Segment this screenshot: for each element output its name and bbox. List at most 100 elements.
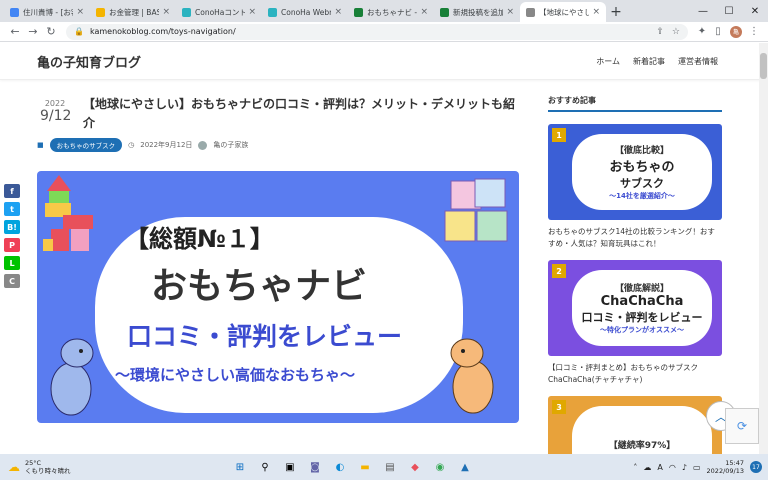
category-badge[interactable]: おもちゃのサブスク [49, 138, 123, 152]
notification-badge[interactable]: 17 [750, 461, 762, 473]
post-monthday: 9/12 [40, 108, 72, 124]
card-title[interactable]: 【口コミ・評判まとめ】おもちゃのサブスク ChaChaCha(チャチャチャ) [548, 362, 722, 386]
edge-icon[interactable]: ◐ [330, 457, 350, 477]
browser-tab[interactable]: 【地球にやさしい】× [520, 2, 606, 22]
explorer-icon[interactable]: ▬ [355, 457, 375, 477]
author-avatar [198, 140, 208, 150]
card-thumbnail[interactable]: 2 【徹底解説】 ChaChaCha 口コミ・評判をレビュー 〜特化プランがオススメ〜 [548, 260, 722, 356]
address-bar-row: ← → ↻ 🔒 kamenokoblog.com/toys-navigation… [0, 22, 768, 42]
nav-new-posts[interactable]: 新着記事 [633, 56, 665, 67]
recommended-post-card[interactable]: 1 【徹底比較】 おもちゃの サブスク 〜14社を厳選紹介〜 おもちゃのサブスク14社の比… [548, 124, 722, 250]
card-title[interactable]: おもちゃのサブスク14社の比較ランキング！おすすめ・人気は？知育玩具はこれ！ [548, 226, 722, 250]
store-icon[interactable]: ▤ [380, 457, 400, 477]
close-tab-icon[interactable]: × [420, 7, 428, 17]
tab-title: ConoHa Webm [281, 7, 332, 17]
card-thumb-line1: 【徹底解説】 [614, 284, 669, 294]
post-year: 2022 [44, 99, 66, 108]
card-thumb-line2: おもちゃの [609, 160, 675, 175]
close-tab-icon[interactable]: × [162, 7, 170, 17]
tray-overflow-icon[interactable]: ˄ [633, 463, 637, 472]
card-thumb-line3: サブスク [620, 177, 664, 190]
favicon-icon [440, 7, 449, 17]
close-tab-icon[interactable]: × [506, 7, 514, 17]
star-icon[interactable]: ☆ [672, 27, 680, 37]
ime-indicator[interactable]: A [657, 463, 662, 472]
cloud-icon[interactable]: ☁ [643, 463, 651, 472]
site-title[interactable]: 亀の子知育ブログ [37, 52, 141, 71]
browser-tab[interactable]: ConoHa Webm × [262, 2, 348, 22]
close-tab-icon[interactable]: × [334, 7, 342, 17]
wifi-icon[interactable]: ◠ [669, 463, 676, 472]
recaptcha-badge: ⟳ [725, 408, 759, 444]
minimize-button[interactable]: — [690, 0, 716, 22]
window-controls: — ☐ ✕ [690, 0, 768, 22]
task-view-icon[interactable]: ▣ [280, 457, 300, 477]
volume-icon[interactable]: ♪ [682, 463, 687, 472]
card-thumb-line4: 〜特化プランがオススメ〜 [600, 326, 684, 334]
reload-icon[interactable]: ↻ [42, 25, 60, 38]
url-input[interactable]: 🔒 kamenokoblog.com/toys-navigation/ ⇪ ☆ [66, 23, 688, 40]
scrollbar-thumb[interactable] [760, 53, 767, 79]
card-thumbnail[interactable]: 1 【徹底比較】 おもちゃの サブスク 〜14社を厳選紹介〜 [548, 124, 722, 220]
recommended-post-card[interactable]: 2 【徹底解説】 ChaChaCha 口コミ・評判をレビュー 〜特化プランがオススメ〜【… [548, 260, 722, 386]
tab-title: おもちゃナビ - 地球 [367, 7, 418, 17]
menu-icon[interactable]: ⋮ [746, 26, 762, 37]
tab-strip: 住川貴博 - [お客×お金管理 | BASE×ConoHaコントロー×ConoH… [0, 0, 768, 22]
share-button[interactable]: L [4, 256, 20, 270]
maximize-button[interactable]: ☐ [716, 0, 742, 22]
tab-title: 新規投稿を追加 [453, 7, 504, 17]
browser-tab[interactable]: 住川貴博 - [お客 × [4, 2, 90, 22]
chrome-icon[interactable]: ◉ [430, 457, 450, 477]
share-icon[interactable]: ⇪ [656, 27, 664, 37]
windows-taskbar: ☁ 25°C くもり時々晴れ ⊞ ⚲ ▣ ◙ ◐ ▬ ▤ ◆ ◉ ▲ ˄ ☁ A… [0, 454, 768, 480]
share-button[interactable]: B! [4, 220, 20, 234]
browser-tab[interactable]: 新規投稿を追加 × [434, 2, 520, 22]
back-icon[interactable]: ← [6, 25, 24, 38]
browser-tab[interactable]: おもちゃナビ - 地球× [348, 2, 434, 22]
misc-app-icon[interactable]: ▲ [455, 457, 475, 477]
browser-tab[interactable]: お金管理 | BASE× [90, 2, 176, 22]
share-button[interactable]: t [4, 202, 20, 216]
nav-home[interactable]: ホーム [596, 56, 620, 67]
author-name[interactable]: 亀の子家族 [213, 140, 248, 150]
share-button[interactable]: C [4, 274, 20, 288]
site-header: 亀の子知育ブログ ホーム 新着記事 運営者情報 [0, 43, 768, 80]
tab-title: お金管理 | BASE [109, 7, 160, 17]
favicon-icon [10, 7, 19, 17]
rank-badge: 2 [552, 264, 566, 278]
extensions-icon[interactable]: ✦ [694, 26, 710, 37]
taskbar-apps: ⊞ ⚲ ▣ ◙ ◐ ▬ ▤ ◆ ◉ ▲ [230, 457, 475, 477]
share-button[interactable]: f [4, 184, 20, 198]
battery-icon[interactable]: ▭ [693, 463, 701, 472]
forward-icon[interactable]: → [24, 25, 42, 38]
post-meta: ■ おもちゃのサブスク ◷ 2022年9月12日 亀の子家族 [37, 138, 248, 152]
page-scrollbar[interactable] [759, 43, 768, 454]
nav-about[interactable]: 運営者情報 [678, 56, 718, 67]
rank-badge: 1 [552, 128, 566, 142]
clock[interactable]: 15:47 2022/09/13 [707, 459, 744, 475]
close-tab-icon[interactable]: × [592, 7, 600, 17]
weather-temp: 25°C [25, 459, 42, 467]
weather-widget[interactable]: ☁ 25°C くもり時々晴れ [0, 459, 120, 475]
profile-avatar[interactable]: 亀 [730, 25, 742, 38]
browser-tab[interactable]: ConoHaコントロー× [176, 2, 262, 22]
favicon-icon [182, 7, 191, 17]
new-tab-button[interactable]: + [606, 2, 626, 22]
start-icon[interactable]: ⊞ [230, 457, 250, 477]
eyecatch-image: 【総額№１】 おもちゃナビ 口コミ・評判をレビュー ～環境にやさしい高価なおもち… [37, 171, 519, 423]
web-page: 亀の子知育ブログ ホーム 新着記事 運営者情報 2022 9/12 【地球にやさ… [0, 43, 768, 454]
share-button[interactable]: P [4, 238, 20, 252]
recommended-post-card[interactable]: 3 【継続率97%】 [548, 396, 722, 454]
close-tab-icon[interactable]: × [76, 7, 84, 17]
share-buttons: f t B! P L C [4, 184, 20, 288]
app-icon[interactable]: ◆ [405, 457, 425, 477]
eyecatch-subtitle: 口コミ・評判をレビュー [127, 322, 403, 351]
search-icon[interactable]: ⚲ [255, 457, 275, 477]
sidepanel-icon[interactable]: ▯ [710, 26, 726, 37]
close-window-button[interactable]: ✕ [742, 0, 768, 22]
post-title: 【地球にやさしい】おもちゃナビの口コミ・評判は？メリット・デメリットも紹介 [83, 97, 516, 130]
close-tab-icon[interactable]: × [248, 7, 256, 17]
favicon-icon [96, 7, 105, 17]
chat-icon[interactable]: ◙ [305, 457, 325, 477]
card-thumbnail[interactable]: 3 【継続率97%】 [548, 396, 722, 454]
